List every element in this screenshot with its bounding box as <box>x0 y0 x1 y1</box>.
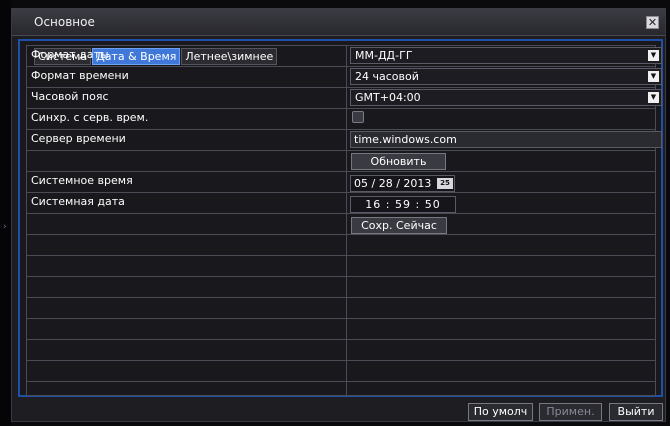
time-format-value: 24 часовой <box>355 70 419 83</box>
row-save-now <box>26 213 655 234</box>
system-time-label: Системное время <box>31 174 133 187</box>
time-server-field[interactable]: time.windows.com <box>350 131 662 148</box>
table-column-divider <box>346 45 347 396</box>
table-row <box>26 297 655 318</box>
row-update <box>26 150 655 171</box>
table-row <box>26 318 655 339</box>
default-button[interactable]: По умолч <box>468 403 533 421</box>
update-button[interactable]: Обновить <box>351 153 446 170</box>
table-row <box>26 276 655 297</box>
left-edge: › <box>0 0 11 426</box>
system-date-label: Системная дата <box>31 195 125 208</box>
table-border-left <box>26 45 27 396</box>
system-date-field[interactable]: 16 : 59 : 50 <box>350 196 456 213</box>
timezone-value: GMT+04:00 <box>355 91 421 104</box>
date-format-value: ММ-ДД-ГГ <box>355 49 413 62</box>
system-time-value: 05 / 28 / 2013 <box>354 177 432 190</box>
date-format-label: Формат даты <box>31 48 109 61</box>
title-bar: Основное ✕ <box>12 9 665 36</box>
time-format-label: Формат времени <box>31 69 129 82</box>
row-system-time: Системное время <box>26 171 655 192</box>
system-time-field[interactable]: 05 / 28 / 2013 25 <box>350 175 455 192</box>
time-format-select[interactable]: 24 часовой ▼ <box>350 68 662 85</box>
table-row <box>26 381 655 396</box>
apply-button[interactable]: Примен. <box>539 403 602 421</box>
calendar-icon[interactable]: 25 <box>437 178 453 189</box>
row-sync: Синхр. с серв. врем. <box>26 108 655 129</box>
expand-arrow-icon: › <box>3 222 7 232</box>
sync-checkbox[interactable] <box>352 111 364 123</box>
close-button[interactable]: ✕ <box>646 16 659 29</box>
save-now-button[interactable]: Сохр. Сейчас <box>351 217 447 234</box>
row-system-date: Системная дата <box>26 192 655 213</box>
table-row <box>26 255 655 276</box>
timezone-select[interactable]: GMT+04:00 ▼ <box>350 89 662 106</box>
close-icon: ✕ <box>647 16 658 29</box>
exit-button[interactable]: Выйти <box>609 403 663 421</box>
chevron-down-icon: ▼ <box>648 50 659 61</box>
chevron-down-icon: ▼ <box>648 92 659 103</box>
chevron-down-icon: ▼ <box>648 71 659 82</box>
timezone-label: Часовой пояс <box>31 90 109 103</box>
table-row <box>26 339 655 360</box>
dialog-window: Основное ✕ Система Дата & Время Летнее\з… <box>11 8 666 422</box>
table-row <box>26 234 655 255</box>
sync-label: Синхр. с серв. врем. <box>31 111 149 124</box>
window-title: Основное <box>34 15 95 29</box>
time-server-label: Сервер времени <box>31 132 126 145</box>
table-row <box>26 360 655 381</box>
date-format-select[interactable]: ММ-ДД-ГГ ▼ <box>350 47 662 64</box>
